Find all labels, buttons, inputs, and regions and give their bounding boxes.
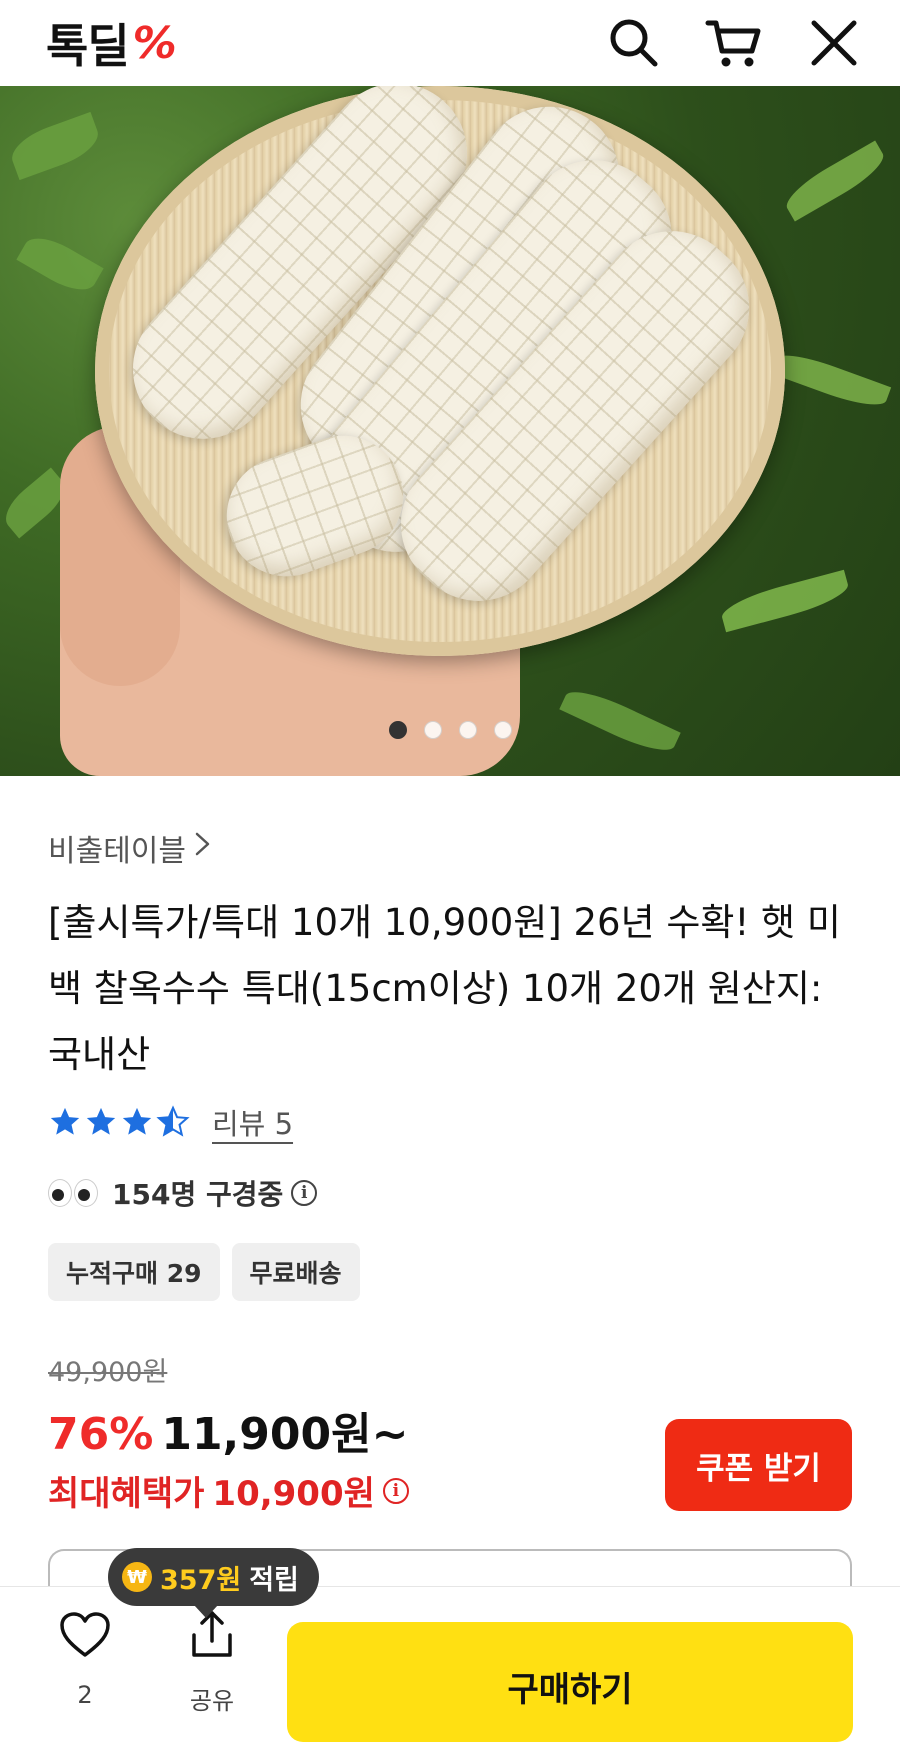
rating-row: 리뷰 5 bbox=[48, 1100, 293, 1144]
leaf-decoration bbox=[779, 140, 891, 222]
like-count: 2 bbox=[77, 1681, 93, 1709]
coupon-button[interactable]: 쿠폰 받기 bbox=[665, 1419, 852, 1511]
like-button[interactable]: 2 bbox=[30, 1587, 140, 1727]
header-actions bbox=[604, 13, 864, 73]
star-icon bbox=[122, 1107, 152, 1135]
carousel-dot[interactable] bbox=[458, 721, 477, 739]
info-icon[interactable]: i bbox=[382, 1477, 409, 1504]
leaf-decoration bbox=[16, 228, 104, 300]
review-link[interactable]: 리뷰 5 bbox=[212, 1101, 293, 1143]
star-icon bbox=[50, 1107, 80, 1135]
viewers-row: 154명 구경중 i bbox=[48, 1171, 318, 1215]
sale-price: 11,900원~ bbox=[161, 1409, 409, 1460]
leaf-decoration bbox=[718, 569, 852, 633]
original-price: 49,900원 bbox=[48, 1357, 168, 1388]
badge-free-shipping: 무료배송 bbox=[231, 1243, 360, 1301]
viewers-text: 154명 구경중 bbox=[112, 1178, 284, 1211]
logo-percent-mark: % bbox=[132, 17, 177, 69]
badge-list: 누적구매 29 무료배송 bbox=[48, 1243, 360, 1301]
points-tooltip: ₩ 357원 적립 bbox=[108, 1548, 319, 1618]
top-header: 톡딜 % bbox=[0, 0, 900, 86]
badge-purchase-count: 누적구매 29 bbox=[48, 1243, 220, 1301]
max-benefit-amount: 10,900원 bbox=[212, 1474, 375, 1514]
store-link[interactable]: 비출테이블 bbox=[48, 826, 212, 870]
star-icon bbox=[86, 1107, 116, 1135]
price-row: 76% 11,900원~ bbox=[48, 1398, 408, 1462]
logo-text: 톡딜 bbox=[46, 19, 130, 73]
heart-icon bbox=[57, 1607, 113, 1663]
carousel-dot[interactable] bbox=[423, 721, 442, 739]
carousel-dot[interactable] bbox=[493, 721, 512, 739]
leaf-decoration bbox=[768, 346, 892, 414]
star-half-icon bbox=[156, 1105, 190, 1137]
product-image-carousel[interactable] bbox=[0, 86, 900, 776]
star-rating bbox=[48, 1105, 190, 1139]
eyes-icon bbox=[48, 1179, 98, 1207]
chevron-right-icon bbox=[194, 830, 212, 866]
app-logo[interactable]: 톡딜 % bbox=[46, 10, 177, 76]
cart-icon[interactable] bbox=[704, 13, 764, 73]
points-label: 적립 bbox=[249, 1564, 299, 1596]
discount-rate: 76% bbox=[48, 1409, 154, 1460]
close-icon[interactable] bbox=[804, 13, 864, 73]
points-amount: 357원 bbox=[160, 1564, 242, 1596]
max-benefit-price: 최대혜택가 10,900원 i bbox=[48, 1466, 409, 1515]
store-name: 비출테이블 bbox=[48, 834, 186, 869]
leaf-decoration bbox=[5, 111, 105, 181]
buy-button[interactable]: 구매하기 bbox=[287, 1622, 853, 1742]
bottom-action-bar: 2 공유 구매하기 bbox=[0, 1586, 900, 1742]
carousel-dot-active[interactable] bbox=[388, 721, 407, 739]
carousel-indicators bbox=[0, 720, 900, 740]
max-benefit-label: 최대혜택가 bbox=[48, 1474, 205, 1514]
search-icon[interactable] bbox=[604, 13, 664, 73]
share-label: 공유 bbox=[189, 1687, 235, 1715]
info-icon[interactable]: i bbox=[291, 1180, 318, 1206]
coin-icon: ₩ bbox=[122, 1562, 152, 1592]
product-title: [출시특가/특대 10개 10,900원] 26년 수확! 햇 미백 찰옥수수 … bbox=[48, 901, 841, 1076]
